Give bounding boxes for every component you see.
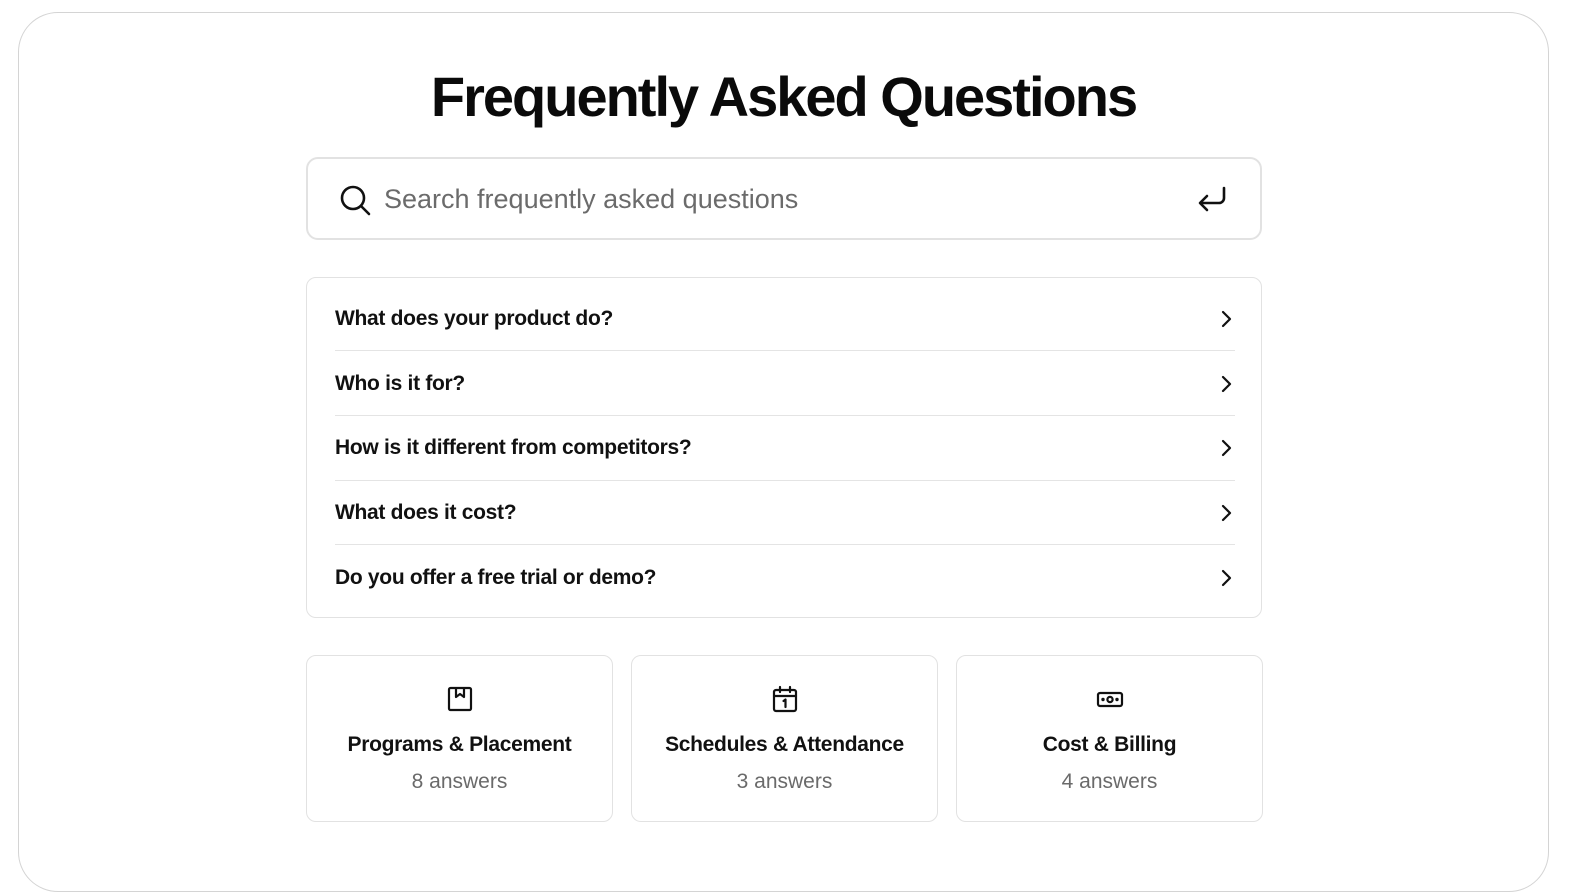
faq-item[interactable]: Do you offer a free trial or demo? [335, 546, 1235, 610]
search-input[interactable] [384, 177, 1164, 221]
chevron-right-icon [1221, 439, 1232, 457]
category-count: 3 answers [736, 770, 833, 793]
faq-question: How is it different from competitors? [335, 436, 692, 459]
faq-question: Do you offer a free trial or demo? [335, 566, 657, 589]
divider [335, 544, 1235, 545]
chevron-right-icon [1221, 504, 1232, 522]
search-bar [306, 157, 1262, 240]
category-count: 8 answers [411, 770, 508, 793]
category-title: Cost & Billing [1042, 733, 1177, 756]
category-title: Programs & Placement [347, 733, 572, 756]
faq-item[interactable]: What does it cost? [335, 481, 1235, 545]
banknote-icon [1096, 691, 1124, 708]
category-card-schedules[interactable]: Schedules & Attendance 3 answers [631, 655, 938, 822]
category-card-billing[interactable]: Cost & Billing 4 answers [956, 655, 1263, 822]
faq-item[interactable]: What does your product do? [335, 287, 1235, 351]
chevron-right-icon [1221, 569, 1232, 587]
chevron-right-icon [1221, 310, 1232, 328]
search-icon [340, 185, 371, 216]
category-count: 4 answers [1061, 770, 1158, 793]
page-title: Frequently Asked Questions [430, 65, 1138, 128]
faq-item[interactable]: How is it different from competitors? [335, 416, 1235, 480]
chevron-right-icon [1221, 375, 1232, 393]
faq-list: What does your product do? Who is it for… [306, 277, 1262, 618]
faq-question: Who is it for? [335, 372, 465, 395]
divider [335, 350, 1235, 351]
faq-item[interactable]: Who is it for? [335, 352, 1235, 416]
faq-question: What does your product do? [335, 307, 614, 330]
faq-question: What does it cost? [335, 501, 517, 524]
calendar-icon [772, 685, 798, 713]
enter-icon[interactable] [1196, 183, 1230, 217]
category-title: Schedules & Attendance [665, 733, 904, 756]
bookmark-box-icon [447, 686, 473, 712]
category-card-programs[interactable]: Programs & Placement 8 answers [306, 655, 613, 822]
